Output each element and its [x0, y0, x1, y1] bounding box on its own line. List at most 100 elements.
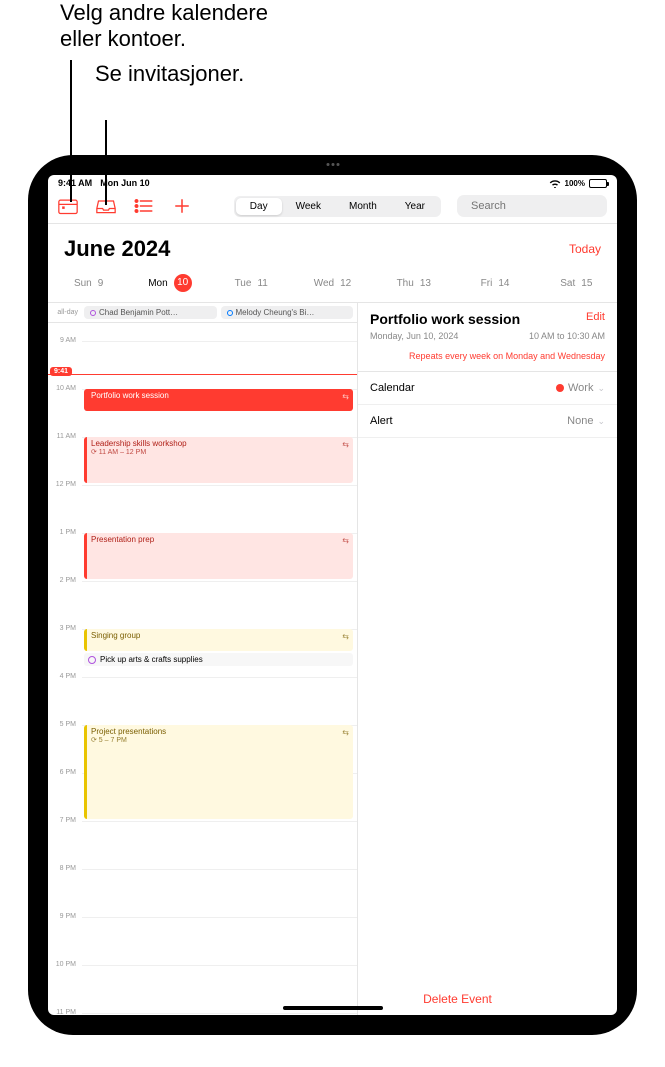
day-number: 14	[498, 278, 509, 289]
event-title: Portfolio work session	[91, 391, 349, 400]
event-detail-panel: Portfolio work session Edit Monday, Jun …	[358, 303, 617, 1015]
reminder-circle-icon[interactable]	[88, 656, 96, 664]
hour-gridline	[82, 677, 357, 678]
callout-calendars-line2: eller kontoer.	[60, 26, 186, 51]
hour-label: 1 PM	[48, 529, 80, 536]
day-name: Fri	[481, 278, 493, 289]
delete-event-button[interactable]: Delete Event	[333, 992, 583, 1006]
day-number: 13	[420, 278, 431, 289]
day-name: Wed	[314, 278, 334, 289]
day-number: 15	[581, 278, 592, 289]
allday-event[interactable]: Melody Cheung's Bi…	[221, 306, 354, 319]
calendar-color-dot	[556, 384, 564, 392]
day-name: Thu	[397, 278, 414, 289]
day-name: Sat	[560, 278, 575, 289]
day-header[interactable]: Wed 12	[292, 274, 373, 292]
day-header[interactable]: Thu 13	[373, 274, 454, 292]
battery-icon	[589, 179, 607, 188]
calendar-event[interactable]: Presentation prep⇆	[84, 533, 353, 579]
hour-label: 12 PM	[48, 481, 80, 488]
add-icon[interactable]	[172, 197, 192, 215]
hour-label: 4 PM	[48, 673, 80, 680]
hour-label: 6 PM	[48, 769, 80, 776]
calendar-event[interactable]: Project presentations⟳ 5 – 7 PM⇆	[84, 725, 353, 819]
calendar-event[interactable]: Leadership skills workshop⟳ 11 AM – 12 P…	[84, 437, 353, 483]
hour-gridline	[82, 821, 357, 822]
alert-label: Alert	[370, 415, 393, 427]
calendar-event[interactable]: Portfolio work session⇆	[84, 389, 353, 411]
repeat-icon: ⇆	[342, 632, 349, 641]
edit-button[interactable]: Edit	[586, 311, 605, 323]
day-header[interactable]: Tue 11	[211, 274, 292, 292]
allday-event-title: Chad Benjamin Pott…	[99, 308, 178, 317]
hour-label: 11 AM	[48, 433, 80, 440]
event-subtitle: ⟳ 11 AM – 12 PM	[91, 448, 349, 456]
calendar-label: Calendar	[370, 382, 415, 394]
day-number: 10	[174, 274, 192, 292]
now-indicator: 9:41	[48, 374, 357, 375]
view-year[interactable]: Year	[391, 198, 439, 215]
wifi-icon	[549, 179, 561, 188]
calendar-value: Work	[568, 382, 593, 394]
hour-label: 2 PM	[48, 577, 80, 584]
calendar-row[interactable]: Calendar Work ⌄	[358, 372, 617, 405]
event-title: Singing group	[91, 631, 349, 640]
callout-leader-2	[105, 120, 107, 205]
view-day[interactable]: Day	[236, 198, 282, 215]
day-number: 11	[257, 278, 267, 289]
repeat-icon: ⇆	[342, 536, 349, 545]
status-time: 9:41 AM	[58, 178, 92, 188]
allday-event[interactable]: Chad Benjamin Pott…	[84, 306, 217, 319]
hour-label: 5 PM	[48, 721, 80, 728]
timeline[interactable]: 9 AM10 AM11 AM12 PM1 PM2 PM3 PM4 PM5 PM6…	[48, 323, 357, 1015]
calendars-icon[interactable]	[58, 197, 78, 215]
all-day-label: all-day	[52, 309, 80, 316]
day-header[interactable]: Mon 10	[129, 274, 210, 292]
allday-event-title: Melody Cheung's Bi…	[236, 308, 315, 317]
callout-invitations: Se invitasjoner.	[95, 61, 244, 86]
ipad-frame: 9:41 AM Mon Jun 10 100% Day Week Month	[28, 155, 637, 1035]
reminder-item[interactable]: Pick up arts & crafts supplies	[84, 653, 353, 666]
status-bar: 9:41 AM Mon Jun 10 100%	[48, 175, 617, 191]
event-detail-repeat: Repeats every week on Monday and Wednesd…	[358, 351, 617, 372]
event-title: Presentation prep	[91, 535, 349, 544]
hour-label: 10 AM	[48, 385, 80, 392]
hour-gridline	[82, 581, 357, 582]
day-number: 12	[340, 278, 351, 289]
search-bar[interactable]	[457, 195, 607, 217]
event-title: Leadership skills workshop	[91, 439, 349, 448]
day-header[interactable]: Fri 14	[454, 274, 535, 292]
alert-row[interactable]: Alert None ⌄	[358, 405, 617, 438]
hour-label: 10 PM	[48, 961, 80, 968]
battery-percent: 100%	[565, 179, 585, 188]
day-headers: Sun 9Mon 10Tue 11Wed 12Thu 13Fri 14Sat 1…	[48, 266, 617, 303]
today-button[interactable]: Today	[569, 242, 601, 256]
event-detail-date: Monday, Jun 10, 2024	[370, 331, 458, 341]
reminder-title: Pick up arts & crafts supplies	[100, 655, 203, 664]
status-date: Mon Jun 10	[100, 178, 150, 188]
day-header[interactable]: Sun 9	[48, 274, 129, 292]
day-header[interactable]: Sat 15	[536, 274, 617, 292]
hour-gridline	[82, 341, 357, 342]
search-input[interactable]	[471, 200, 613, 212]
callout-calendars-line1: Velg andre kalendere	[60, 0, 268, 25]
day-name: Sun	[74, 278, 92, 289]
repeat-icon: ⇆	[342, 392, 349, 401]
hour-label: 7 PM	[48, 817, 80, 824]
event-dot-purple	[90, 310, 96, 316]
home-indicator[interactable]	[283, 1006, 383, 1010]
now-time-badge: 9:41	[50, 367, 72, 376]
day-name: Tue	[235, 278, 252, 289]
hour-gridline	[82, 485, 357, 486]
view-month[interactable]: Month	[335, 198, 391, 215]
event-dot-blue	[227, 310, 233, 316]
hour-label: 3 PM	[48, 625, 80, 632]
view-week[interactable]: Week	[282, 198, 335, 215]
calendar-event[interactable]: Singing group⇆	[84, 629, 353, 651]
event-detail-time: 10 AM to 10:30 AM	[529, 331, 605, 341]
list-icon[interactable]	[134, 197, 154, 215]
toolbar: Day Week Month Year	[48, 191, 617, 224]
repeat-icon: ⇆	[342, 728, 349, 737]
view-segment-control[interactable]: Day Week Month Year	[234, 196, 441, 217]
chevron-icon: ⌄	[597, 416, 605, 427]
